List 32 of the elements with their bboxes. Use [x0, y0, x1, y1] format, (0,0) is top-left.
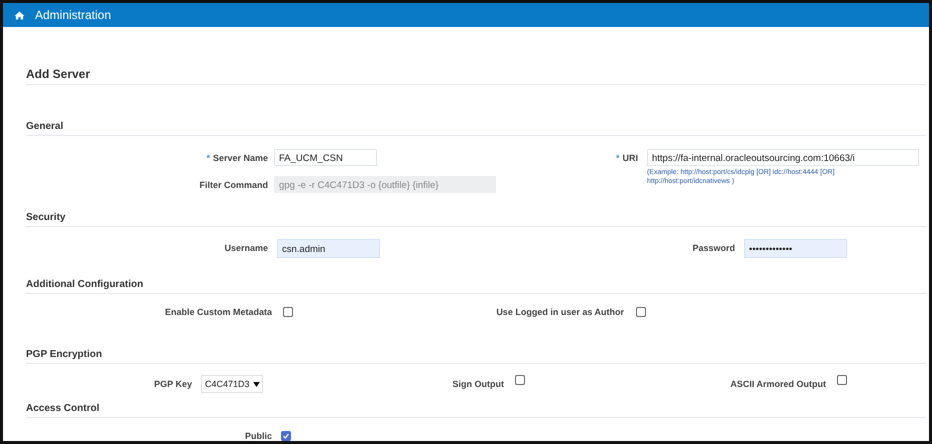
input-field[interactable]: csn.admin: [277, 239, 380, 258]
field-label: Public: [244, 431, 272, 441]
checkbox[interactable]: [837, 375, 847, 385]
field-label: Sign Output: [452, 379, 504, 389]
field-label: Password: [692, 243, 735, 253]
field-label: PGP Key: [154, 379, 192, 389]
field-label: ASCII Armored Output: [730, 379, 826, 389]
field-label: Enable Custom Metadata: [164, 307, 272, 317]
field-label: Username: [224, 243, 268, 253]
field-label: URI: [622, 153, 638, 163]
header-title: Administration: [35, 8, 112, 22]
section-heading: General: [26, 121, 926, 136]
field-label: Filter Command: [199, 180, 268, 190]
field-label: Use Logged in user as Author: [496, 307, 624, 317]
input-field[interactable]: FA_UCM_CSN: [274, 149, 377, 166]
section-heading: Additional Configuration: [26, 279, 926, 294]
checkbox[interactable]: [281, 431, 291, 441]
required-mark: *: [616, 153, 620, 163]
checkbox[interactable]: [636, 307, 646, 317]
section-heading: Security: [26, 212, 926, 227]
dropdown[interactable]: C4C471D3: [201, 375, 263, 393]
checkbox[interactable]: [515, 375, 525, 385]
required-mark: *: [206, 153, 210, 163]
page-title: Add Server: [26, 67, 926, 85]
home-icon[interactable]: [14, 10, 25, 20]
input-field[interactable]: https://fa-internal.oracleoutsourcing.com:10663/i: [647, 149, 919, 166]
field-label: Server Name: [212, 153, 268, 163]
input-field[interactable]: •••••••••••••: [744, 239, 847, 258]
section-heading: PGP Encryption: [26, 349, 926, 364]
caret-icon: [252, 382, 260, 386]
section-heading: Access Control: [26, 403, 926, 418]
checkbox[interactable]: [283, 307, 293, 317]
